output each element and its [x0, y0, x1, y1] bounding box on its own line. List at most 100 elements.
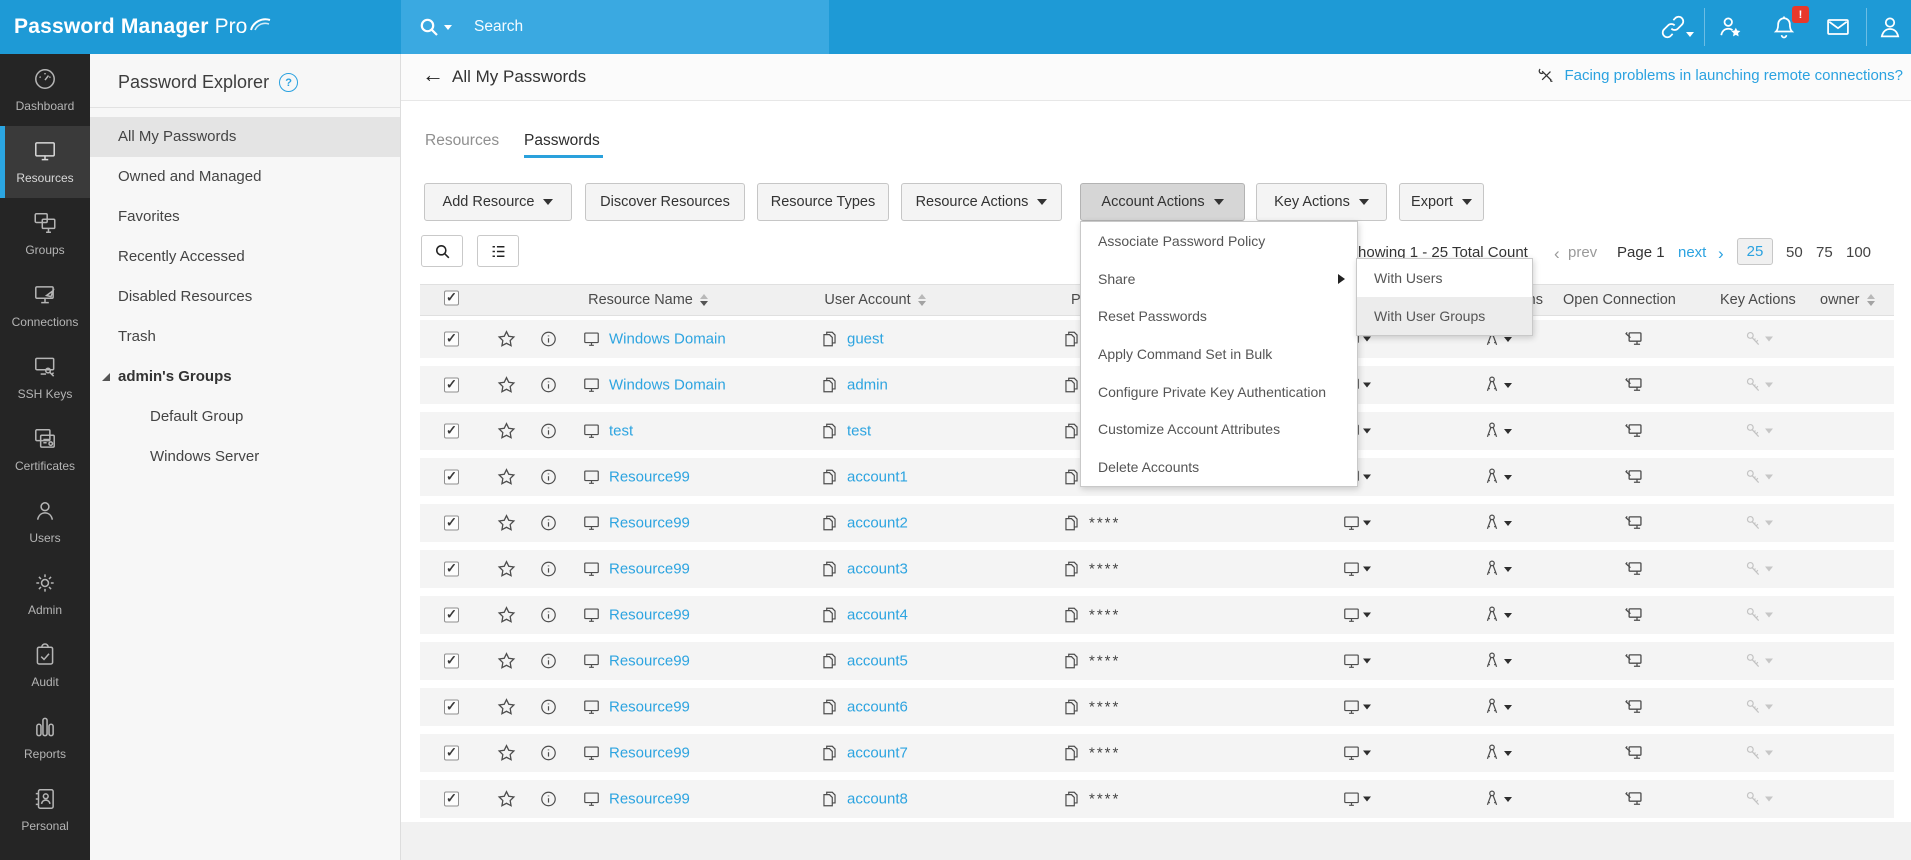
open-connection-icon[interactable]	[1623, 605, 1644, 626]
discover-resources-button[interactable]: Discover Resources	[585, 183, 745, 221]
next-chevron-icon[interactable]: ›	[1718, 244, 1724, 264]
submenu-item-with-user-groups[interactable]: With User Groups	[1357, 297, 1532, 335]
copy-icon[interactable]	[1062, 790, 1081, 809]
menu-item-customize-account-attributes[interactable]: Customize Account Attributes	[1081, 410, 1357, 448]
sidebar-item-reports[interactable]: Reports	[0, 702, 90, 774]
prev-page-link[interactable]: prev	[1568, 244, 1597, 261]
row-checkbox[interactable]	[444, 332, 459, 347]
resource-link[interactable]: Resource99	[609, 515, 690, 532]
info-icon[interactable]	[539, 560, 558, 579]
explorer-item-recently-accessed[interactable]: Recently Accessed	[90, 237, 400, 277]
password-actions-menu-icon[interactable]	[1342, 606, 1371, 625]
account-link[interactable]: account2	[847, 515, 908, 532]
key-actions-disabled-icon[interactable]	[1744, 560, 1773, 579]
explorer-item-disabled-resources[interactable]: Disabled Resources	[90, 277, 400, 317]
copy-icon[interactable]	[820, 790, 839, 809]
copy-icon[interactable]	[1062, 744, 1081, 763]
sidebar-item-resources[interactable]: Resources	[0, 126, 90, 198]
key-actions-disabled-icon[interactable]	[1744, 422, 1773, 441]
column-chooser-button[interactable]	[477, 235, 519, 267]
resource-link[interactable]: Resource99	[609, 653, 690, 670]
sidebar-item-audit[interactable]: Audit	[0, 630, 90, 702]
info-icon[interactable]	[539, 652, 558, 671]
resource-types-button[interactable]: Resource Types	[757, 183, 889, 221]
info-icon[interactable]	[539, 376, 558, 395]
column-header-key-actions[interactable]: Key Actions	[1720, 292, 1796, 308]
favorite-star-icon[interactable]	[496, 375, 517, 396]
open-connection-icon[interactable]	[1623, 651, 1644, 672]
favorite-star-icon[interactable]	[496, 329, 517, 350]
keys-menu-icon[interactable]	[1482, 375, 1512, 395]
sort-arrows-icon[interactable]	[700, 294, 708, 306]
app-logo[interactable]: Password Manager Pro	[14, 0, 273, 54]
info-icon[interactable]	[539, 422, 558, 441]
sidebar-item-groups[interactable]: Groups	[0, 198, 90, 270]
masked-password[interactable]: ****	[1089, 653, 1120, 670]
account-link[interactable]: account6	[847, 699, 908, 716]
copy-icon[interactable]	[820, 376, 839, 395]
prev-chevron-icon[interactable]: ‹	[1554, 244, 1560, 264]
add-resource-button[interactable]: Add Resource	[424, 183, 572, 221]
explorer-item-windows-server[interactable]: Windows Server	[90, 437, 400, 477]
menu-item-associate-password-policy[interactable]: Associate Password Policy	[1081, 222, 1357, 260]
sidebar-item-connections[interactable]: Connections	[0, 270, 90, 342]
row-checkbox[interactable]	[444, 700, 459, 715]
favorite-star-icon[interactable]	[496, 651, 517, 672]
row-checkbox[interactable]	[444, 792, 459, 807]
copy-icon[interactable]	[820, 560, 839, 579]
account-link[interactable]: test	[847, 423, 871, 440]
keys-menu-icon[interactable]	[1482, 697, 1512, 717]
quick-connect-icon[interactable]	[1659, 13, 1687, 41]
next-page-link[interactable]: next	[1678, 244, 1706, 261]
search-scope-selector[interactable]	[417, 15, 452, 39]
key-actions-disabled-icon[interactable]	[1744, 606, 1773, 625]
keys-menu-icon[interactable]	[1482, 467, 1512, 487]
favorites-user-icon[interactable]	[1716, 13, 1744, 41]
copy-icon[interactable]	[1062, 514, 1081, 533]
password-actions-menu-icon[interactable]	[1342, 744, 1371, 763]
explorer-item-favorites[interactable]: Favorites	[90, 197, 400, 237]
key-actions-disabled-icon[interactable]	[1744, 468, 1773, 487]
sort-arrows-icon[interactable]	[1867, 294, 1875, 306]
password-actions-menu-icon[interactable]	[1342, 652, 1371, 671]
copy-icon[interactable]	[1062, 652, 1081, 671]
sidebar-item-personal[interactable]: Personal	[0, 774, 90, 846]
sidebar-item-users[interactable]: Users	[0, 486, 90, 558]
row-checkbox[interactable]	[444, 562, 459, 577]
copy-icon[interactable]	[820, 330, 839, 349]
sidebar-item-certificates[interactable]: Certificates	[0, 414, 90, 486]
resource-link[interactable]: Resource99	[609, 561, 690, 578]
copy-icon[interactable]	[1062, 698, 1081, 717]
open-connection-icon[interactable]	[1623, 743, 1644, 764]
row-checkbox[interactable]	[444, 378, 459, 393]
column-header-user-account[interactable]: User Account	[790, 292, 960, 308]
copy-icon[interactable]	[820, 468, 839, 487]
copy-icon[interactable]	[1062, 376, 1081, 395]
copy-icon[interactable]	[820, 652, 839, 671]
key-actions-disabled-icon[interactable]	[1744, 330, 1773, 349]
page-size-100[interactable]: 100	[1846, 244, 1871, 261]
open-connection-icon[interactable]	[1623, 559, 1644, 580]
keys-menu-icon[interactable]	[1482, 743, 1512, 763]
resource-link[interactable]: Resource99	[609, 699, 690, 716]
explorer-item-trash[interactable]: Trash	[90, 317, 400, 357]
tab-passwords[interactable]: Passwords	[524, 132, 600, 150]
keys-menu-icon[interactable]	[1482, 421, 1512, 441]
mail-icon[interactable]	[1824, 13, 1852, 41]
info-icon[interactable]	[539, 514, 558, 533]
resource-actions-button[interactable]: Resource Actions	[901, 183, 1062, 221]
key-actions-disabled-icon[interactable]	[1744, 744, 1773, 763]
resource-link[interactable]: Resource99	[609, 607, 690, 624]
info-icon[interactable]	[539, 744, 558, 763]
favorite-star-icon[interactable]	[496, 697, 517, 718]
key-actions-disabled-icon[interactable]	[1744, 698, 1773, 717]
masked-password[interactable]: ****	[1089, 607, 1120, 624]
copy-icon[interactable]	[1062, 330, 1081, 349]
resource-link[interactable]: test	[609, 423, 633, 440]
user-account-icon[interactable]	[1876, 13, 1904, 41]
account-link[interactable]: account7	[847, 745, 908, 762]
export-button[interactable]: Export	[1399, 183, 1484, 221]
favorite-star-icon[interactable]	[496, 421, 517, 442]
resource-link[interactable]: Resource99	[609, 745, 690, 762]
password-actions-menu-icon[interactable]	[1342, 698, 1371, 717]
